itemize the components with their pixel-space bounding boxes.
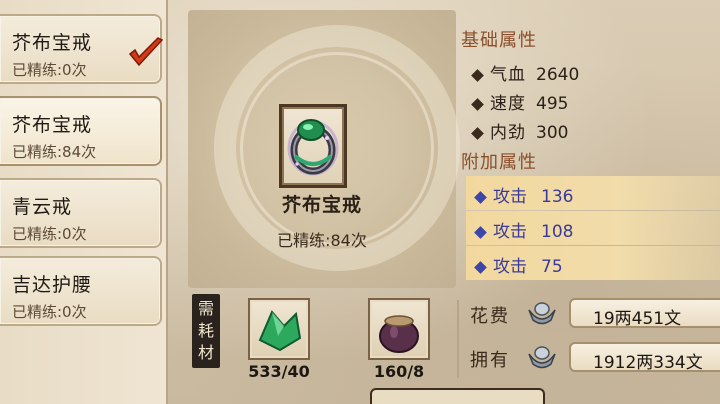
material-count: 533/40 <box>248 362 310 381</box>
bonus-stat-row: 攻击 136 <box>466 176 720 210</box>
item-refine-count: 已精练:0次 <box>12 303 87 321</box>
item-name: 吉达护腰 <box>12 274 93 296</box>
item-refine-count: 已精练:84次 <box>12 143 97 161</box>
green-jade-ring-icon <box>287 119 339 176</box>
cost-own-value: 1912两334文 <box>569 342 720 372</box>
silver-ingot-icon <box>528 346 556 369</box>
cost-spend-label: 花费 <box>470 306 510 327</box>
cost-own-label: 拥有 <box>470 350 510 371</box>
base-stat: 内劲 300 <box>471 118 568 143</box>
bonus-stat-row: 攻击 108 <box>466 211 720 245</box>
diamond-bullet-icon <box>471 68 484 82</box>
item-name: 芥布宝戒 <box>12 114 93 136</box>
material-count: 160/8 <box>373 362 425 381</box>
equipment-list-item[interactable]: 吉达护腰 已精练:0次 <box>0 256 162 326</box>
silver-ingot-icon <box>528 302 556 325</box>
diamond-bullet-icon <box>474 260 487 274</box>
diamond-bullet-icon <box>474 190 487 204</box>
powder-pot-icon <box>379 315 419 353</box>
selected-checkmark-icon <box>128 37 164 67</box>
green-crystal-icon <box>258 310 302 352</box>
base-attributes-title: 基础属性 <box>461 30 537 51</box>
diamond-bullet-icon <box>471 126 484 140</box>
item-name: 芥布宝戒 <box>12 32 93 54</box>
selected-item-refine: 已精练:84次 <box>277 231 367 250</box>
cost-spend-value: 19两451文 <box>569 298 720 328</box>
equipment-list-item[interactable]: 青云戒 已精练:0次 <box>0 178 162 248</box>
item-refine-count: 已精练:0次 <box>12 61 87 79</box>
base-stat: 速度 495 <box>471 89 568 114</box>
item-name: 青云戒 <box>12 196 73 218</box>
bonus-stat-row: 攻击 75 <box>466 246 720 280</box>
selected-item-name: 芥布宝戒 <box>281 194 362 216</box>
diamond-bullet-icon <box>471 97 484 111</box>
item-refine-count: 已精练:0次 <box>12 225 87 243</box>
extra-attributes-title: 附加属性 <box>461 152 537 173</box>
divider <box>457 300 459 378</box>
base-stat: 气血 2640 <box>471 60 579 85</box>
material-slot[interactable] <box>248 298 310 360</box>
equipment-list-item-selected[interactable]: 芥布宝戒 已精练:84次 <box>0 96 162 166</box>
materials-required-tag: 需耗材 <box>192 294 220 368</box>
refine-button[interactable] <box>370 388 545 404</box>
material-slot[interactable] <box>368 298 430 360</box>
diamond-bullet-icon <box>474 225 487 239</box>
